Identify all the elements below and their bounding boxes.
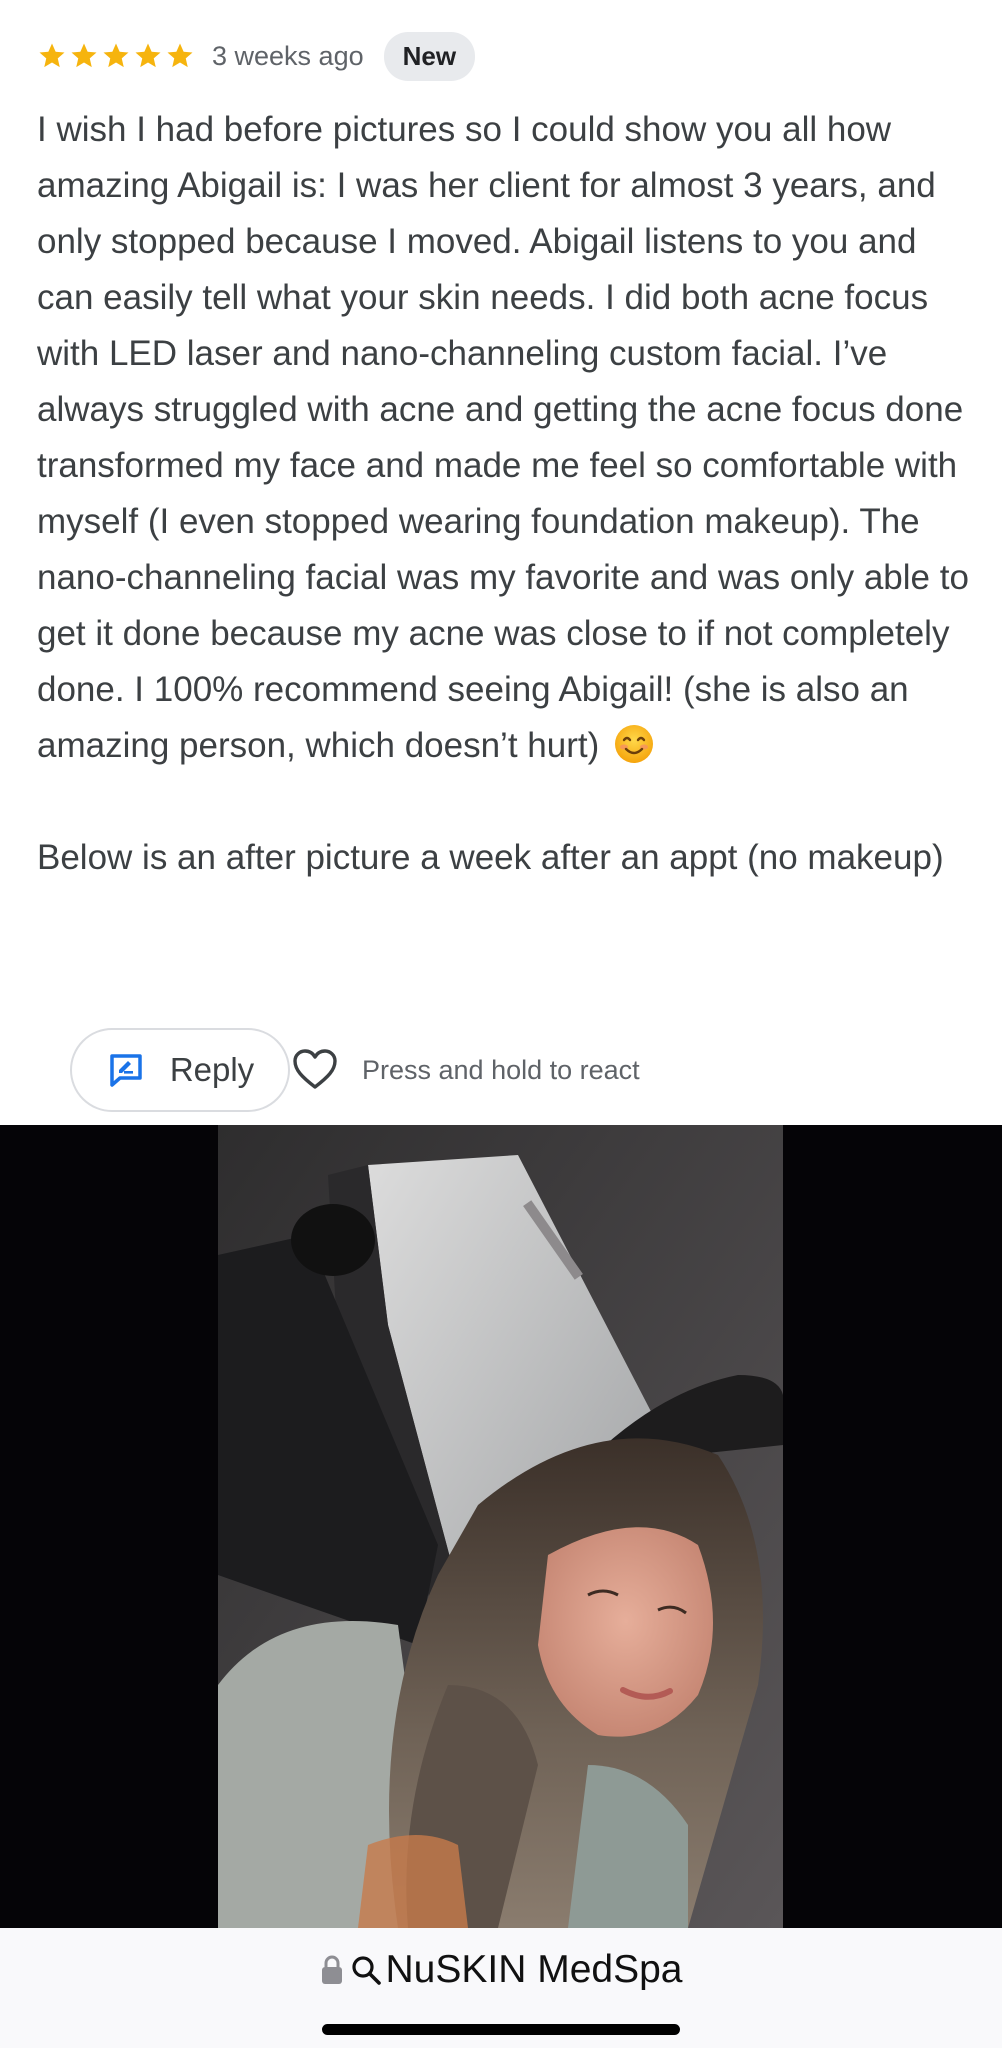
review-card: 3 weeks ago New I wish I had before pict…	[0, 0, 1002, 1125]
lock-icon	[320, 1954, 344, 1986]
review-photo-viewer	[0, 1125, 1002, 1928]
selfie-photo-illustration	[218, 1125, 783, 1928]
star-icon	[165, 41, 195, 71]
review-photo[interactable]	[218, 1125, 783, 1928]
reply-button[interactable]: Reply	[70, 1028, 290, 1112]
react-hint: Press and hold to react	[362, 1054, 640, 1085]
url-row[interactable]: NuSKIN MedSpa	[0, 1948, 1002, 1992]
heart-icon[interactable]	[290, 1045, 340, 1095]
search-icon	[350, 1954, 382, 1986]
home-indicator[interactable]	[322, 2024, 680, 2035]
new-badge: New	[383, 31, 476, 81]
star-icon	[133, 41, 163, 71]
review-actions: Reply Press and hold to react	[70, 1026, 640, 1114]
star-rating	[37, 41, 195, 71]
reply-label: Reply	[169, 1051, 255, 1088]
reply-icon	[106, 1050, 146, 1090]
review-time: 3 weeks ago	[212, 40, 364, 71]
review-meta: 3 weeks ago New	[37, 31, 476, 81]
smiling-face-emoji-icon	[613, 723, 655, 765]
browser-address-bar[interactable]: NuSKIN MedSpa	[0, 1928, 1002, 2048]
review-paragraph: Below is an after picture a week after a…	[37, 838, 944, 877]
star-icon	[69, 41, 99, 71]
site-name: NuSKIN MedSpa	[385, 1948, 683, 1991]
star-icon	[101, 41, 131, 71]
star-icon	[37, 41, 67, 71]
review-paragraph-text: I wish I had before pictures so I could …	[37, 110, 969, 765]
review-paragraph: I wish I had before pictures so I could …	[37, 102, 977, 774]
review-body: I wish I had before pictures so I could …	[37, 102, 977, 886]
